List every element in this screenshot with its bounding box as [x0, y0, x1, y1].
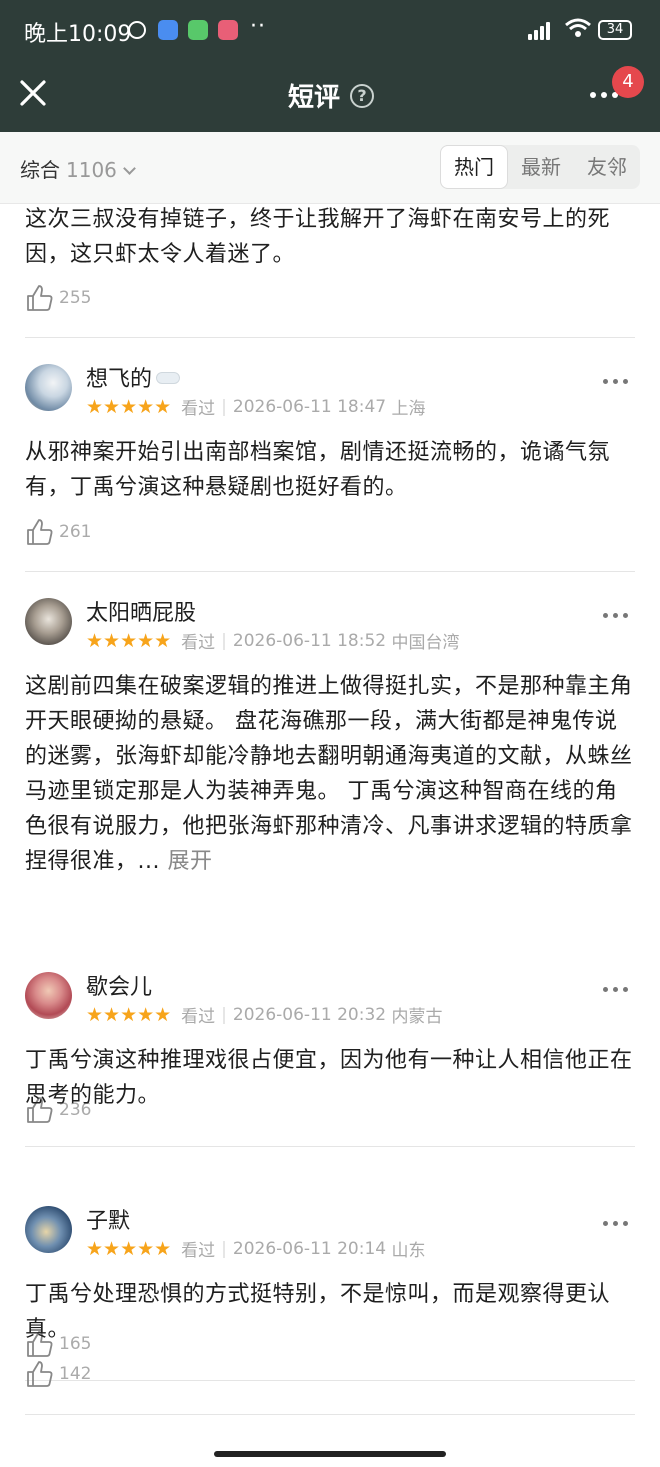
wifi-icon [565, 18, 591, 37]
review-datetime: 2026-06-11 18:52 [232, 630, 387, 651]
status-time: 晚上10:09 [24, 22, 132, 47]
review-datetime: 2026-06-11 20:32 [232, 1004, 387, 1025]
review-more-button[interactable] [603, 1218, 629, 1230]
notification-badge: 4 [612, 66, 644, 98]
watch-status: 看过 [181, 399, 216, 419]
review-location: 中国台湾 [391, 633, 460, 653]
more-notifications-icon: ·· [250, 14, 266, 39]
total-count: 1106 [66, 158, 117, 182]
review-location: 山东 [391, 1241, 426, 1261]
review-text: 丁禹兮处理恐惧的方式挺特别，不是惊叫，而是观察得更认真。 [25, 1282, 611, 1342]
thumbs-up-icon [27, 285, 53, 311]
review-text: 这剧前四集在破案逻辑的推进上做得挺扎实，不是那种靠主角开天眼硬拗的悬疑。 盘花海… [25, 674, 633, 874]
signal-icon [528, 22, 552, 40]
like-button[interactable]: 142 [0, 1354, 116, 1394]
help-icon[interactable]: ? [350, 83, 375, 108]
watch-status: 看过 [181, 633, 216, 653]
watch-status: 看过 [181, 1241, 216, 1261]
avatar[interactable] [25, 364, 72, 411]
review-meta: ★★★★★ 看过 | 2026-06-11 20:32 内蒙古 [86, 1003, 443, 1028]
app-notification-icon [158, 20, 178, 40]
review-meta: ★★★★★ 看过 | 2026-06-11 18:47 上海 [86, 395, 426, 420]
review-more-button[interactable] [603, 376, 629, 388]
close-icon[interactable] [14, 74, 52, 112]
review-datetime: 2026-06-11 18:47 [232, 396, 387, 417]
review-text: 从邪神案开始引出南部档案馆，剧情还挺流畅的，诡谲气氛有，丁禹兮演这种悬疑剧也挺好… [25, 440, 611, 500]
avatar[interactable] [25, 972, 72, 1019]
rating-stars: ★★★★★ [86, 629, 172, 652]
status-bar: 晚上10:09 ·· 34 [0, 0, 660, 60]
cloud-icon [156, 372, 181, 384]
expand-link[interactable]: 展开 [167, 849, 212, 874]
avatar[interactable] [25, 598, 72, 645]
filter-bar: 综合 1106 热门 最新 友邻 [0, 132, 660, 204]
rating-stars: ★★★★★ [86, 395, 172, 418]
thumbs-up-icon [27, 519, 53, 545]
divider [25, 1380, 635, 1381]
review-location: 内蒙古 [391, 1007, 443, 1027]
battery-icon: 34 [598, 20, 632, 40]
rating-stars: ★★★★★ [86, 1003, 172, 1026]
page-header: 短评 ? 4 [0, 60, 660, 132]
tab-latest[interactable]: 最新 [508, 145, 574, 189]
sort-label: 综合 [20, 158, 60, 182]
thumbs-up-icon [27, 1361, 53, 1387]
app-notification-icon [218, 20, 238, 40]
page-title: 短评 [288, 83, 341, 113]
review-meta: ★★★★★ 看过 | 2026-06-11 18:52 中国台湾 [86, 629, 460, 654]
tab-friends[interactable]: 友邻 [574, 145, 640, 189]
page-title-group: 短评 ? [288, 77, 375, 114]
review-meta: ★★★★★ 看过 | 2026-06-11 20:14 山东 [86, 1237, 426, 1262]
chevron-down-icon [123, 162, 136, 175]
like-count: 142 [59, 1364, 92, 1384]
like-count: 261 [59, 522, 92, 542]
review-text: 这次三叔没有掉链子，终于让我解开了海虾在南安号上的死因，这只虾太令人着迷了。 [25, 207, 611, 267]
review-datetime: 2026-06-11 20:14 [232, 1238, 387, 1259]
sort-tabs: 热门 最新 友邻 [440, 145, 640, 189]
username[interactable]: 太阳晒屁股 [86, 595, 196, 627]
username[interactable]: 想飞的 [86, 361, 181, 393]
top-bar: 晚上10:09 ·· 34 短评 ? 4 [0, 0, 660, 132]
divider [25, 337, 635, 338]
review-location: 上海 [391, 399, 426, 419]
review-more-button[interactable] [603, 984, 629, 996]
tab-hot[interactable]: 热门 [440, 145, 508, 189]
home-indicator[interactable] [214, 1451, 446, 1457]
like-button[interactable]: 261 [0, 512, 116, 552]
username[interactable]: 歇会儿 [86, 969, 152, 1001]
review-more-button[interactable] [603, 610, 629, 622]
avatar[interactable] [25, 1206, 72, 1253]
rating-stars: ★★★★★ [86, 1237, 172, 1260]
review-text: 丁禹兮演这种推理戏很占便宜，因为他有一种让人相信他正在思考的能力。 [25, 1048, 633, 1108]
divider [25, 571, 635, 572]
like-count: 255 [59, 288, 92, 308]
alarm-icon [128, 21, 146, 39]
divider [25, 1146, 635, 1147]
sort-dropdown[interactable]: 综合 1106 [20, 154, 136, 183]
watch-status: 看过 [181, 1007, 216, 1027]
divider [25, 1414, 635, 1415]
like-button[interactable]: 255 [0, 278, 116, 318]
wechat-notification-icon [188, 20, 208, 40]
username[interactable]: 子默 [86, 1203, 130, 1235]
